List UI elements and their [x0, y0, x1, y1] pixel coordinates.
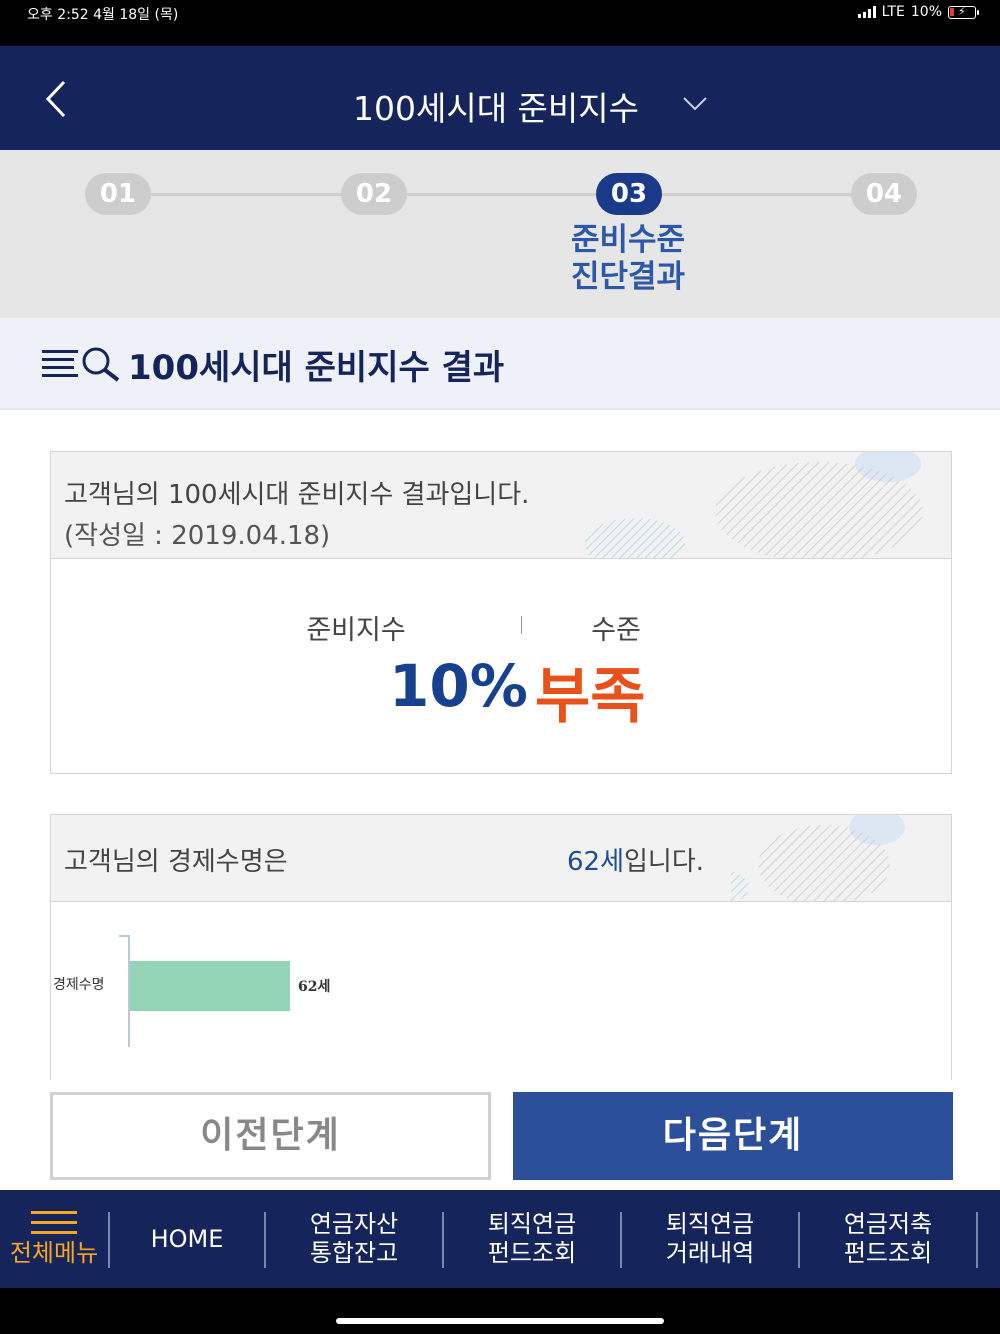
nav-home[interactable]: HOME	[110, 1190, 264, 1288]
section-title: 100세시대 준비지수 결과	[128, 348, 505, 388]
prev-step-button[interactable]: 이전단계	[50, 1092, 491, 1180]
next-step-button[interactable]: 다음단계	[513, 1092, 953, 1180]
decoration-circles-graphic	[585, 452, 923, 558]
step-01: 01	[85, 173, 151, 215]
step-progress: 01 02 03 04 준비수준 진단결과	[0, 150, 1000, 318]
step-04: 04	[851, 173, 917, 215]
step-02: 02	[341, 173, 407, 215]
active-step-label-line1: 준비수준	[570, 222, 686, 258]
level-value: 부족	[535, 662, 646, 732]
nav-all-menu[interactable]: 전체메뉴	[0, 1190, 108, 1288]
step-line	[118, 193, 884, 196]
bar-category-label: 경제수명	[53, 977, 105, 993]
app-header: 100세시대 준비지수	[0, 46, 1000, 150]
result-card: 고객님의 100세시대 준비지수 결과입니다. (작성일 : 2019.04.1…	[50, 451, 952, 774]
status-bar: 오후 2:52 4월 18일 (목) LTE 10% ⚡	[0, 0, 1000, 46]
battery-icon: ⚡	[948, 5, 979, 19]
chevron-down-icon[interactable]	[680, 94, 710, 114]
bar-value-label: 62세	[298, 979, 331, 995]
nav-label-line2: 펀드조회	[487, 1239, 577, 1267]
active-step-label: 준비수준 진단결과	[528, 222, 728, 296]
search-list-icon	[42, 347, 120, 382]
home-indicator	[0, 1288, 1000, 1334]
nav-all-menu-label: 전체메뉴	[9, 1238, 99, 1267]
economic-life-message: 고객님의 경제수명은	[64, 847, 288, 877]
nav-retirement-fund[interactable]: 퇴직연금 펀드조회	[444, 1190, 620, 1288]
content-area[interactable]: 100세시대 준비지수 결과 고객님의 100세시대 준비지수 결과입니다. (…	[0, 318, 1000, 1080]
label-divider	[521, 616, 522, 634]
nav-label-line2: 통합잔고	[309, 1239, 399, 1267]
network-label: LTE	[881, 4, 905, 20]
signal-icon	[857, 6, 876, 18]
battery-percent: 10%	[910, 4, 942, 20]
result-message: 고객님의 100세시대 준비지수 결과입니다.	[64, 480, 530, 510]
nav-retirement-transactions[interactable]: 퇴직연금 거래내역	[622, 1190, 798, 1288]
status-time: 오후 2:52 4월 18일 (목)	[27, 7, 179, 23]
nav-pension-savings-fund[interactable]: 연금저축 펀드조회	[800, 1190, 976, 1288]
nav-label-line2: 거래내역	[665, 1239, 755, 1267]
page-title[interactable]: 100세시대 준비지수	[0, 82, 1000, 130]
nav-label-line1: 연금자산	[309, 1210, 399, 1238]
step-buttons: 이전단계 다음단계	[0, 1080, 1000, 1190]
economic-life-header: 고객님의 경제수명은 62세입니다.	[51, 815, 951, 902]
economic-life-age-suffix: 입니다.	[624, 847, 705, 877]
economic-life-bar	[130, 961, 290, 1011]
economic-life-chart: 경제수명 62세	[51, 925, 951, 1080]
economic-life-card: 고객님의 경제수명은 62세입니다. 경제수명 62세	[50, 814, 952, 1080]
section-header: 100세시대 준비지수 결과	[0, 318, 1000, 410]
nav-label-line2: 펀드조회	[843, 1239, 933, 1267]
step-03-active: 03	[596, 173, 662, 215]
active-step-label-line2: 진단결과	[570, 259, 686, 295]
decoration-circles-graphic	[731, 815, 905, 901]
nav-pension-assets[interactable]: 연금자산 통합잔고	[266, 1190, 442, 1288]
index-value: 10%	[389, 652, 528, 720]
level-label: 수준	[591, 615, 641, 646]
status-indicators: LTE 10% ⚡	[857, 4, 979, 20]
economic-life-age-number: 62세	[567, 847, 625, 877]
nav-label-line1: 퇴직연금	[665, 1210, 755, 1238]
nav-label-line1: 퇴직연금	[487, 1210, 577, 1238]
economic-life-age: 62세입니다.	[567, 841, 704, 878]
result-card-header: 고객님의 100세시대 준비지수 결과입니다. (작성일 : 2019.04.1…	[51, 452, 951, 559]
nav-home-label: HOME	[150, 1224, 224, 1253]
nav-label-line1: 연금저축	[843, 1210, 933, 1238]
bottom-nav: 전체메뉴 HOME 연금자산 통합잔고 퇴직연금 펀드조회 퇴직연금 거래내역 …	[0, 1190, 1000, 1288]
menu-icon	[31, 1210, 77, 1235]
index-label: 준비지수	[306, 615, 406, 646]
nav-divider	[976, 1212, 978, 1268]
result-date: (작성일 : 2019.04.18)	[64, 521, 331, 551]
chart-axis-tick	[119, 935, 129, 937]
